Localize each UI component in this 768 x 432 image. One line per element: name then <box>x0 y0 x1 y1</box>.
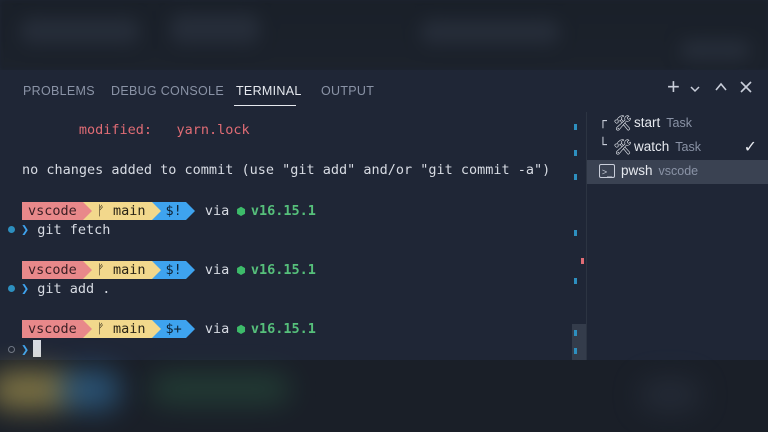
close-icon[interactable] <box>739 80 753 100</box>
task-name: pwsh <box>621 163 653 178</box>
terminal-scrollbar[interactable] <box>572 112 586 360</box>
prompt-via: via <box>204 203 230 219</box>
scroll-marker <box>574 174 577 180</box>
command-decoration-icon[interactable] <box>8 226 15 233</box>
prompt-branch-segment: ᚠ main <box>82 320 152 338</box>
chevron-down-icon[interactable] <box>689 81 701 101</box>
scroll-marker <box>574 124 577 130</box>
shell-prompt: vscode ᚠ main $! via ⬢ v16.15.1 <box>22 202 316 220</box>
terminal-icon: >_ <box>599 164 615 178</box>
branch-icon: ᚠ <box>96 321 105 337</box>
scroll-marker <box>574 230 577 236</box>
tools-icon: 🛠 <box>613 139 633 156</box>
task-name: watch <box>634 139 670 154</box>
tab-problems[interactable]: PROBLEMS <box>23 84 95 98</box>
command-decoration-icon[interactable] <box>8 285 15 292</box>
chevron-up-icon[interactable] <box>714 80 728 100</box>
blurred-statusbar-background <box>0 360 768 432</box>
prompt-branch-segment: ᚠ main <box>82 261 152 279</box>
command-line: ❯ git add . <box>8 281 110 297</box>
terminal-panel: PROBLEMS DEBUG CONSOLE TERMINAL OUTPUT +… <box>0 70 768 360</box>
prompt-via: via <box>204 262 230 278</box>
scroll-marker <box>574 278 577 284</box>
command-line[interactable]: ❯ <box>8 340 42 358</box>
prompt-dir-segment: vscode <box>22 202 83 220</box>
git-status-modified-line: modified: yarn.lock <box>22 122 250 138</box>
check-icon: ✓ <box>743 139 757 156</box>
shell-prompt: vscode ᚠ main $+ via ⬢ v16.15.1 <box>22 320 316 338</box>
scroll-marker <box>581 258 584 264</box>
task-type: Task <box>666 116 692 130</box>
active-tab-indicator <box>234 105 296 106</box>
tools-icon: 🛠 <box>613 115 633 132</box>
branch-icon: ᚠ <box>96 203 105 219</box>
terminal-output[interactable]: modified: yarn.lock no changes added to … <box>0 112 585 360</box>
command-decoration-icon[interactable] <box>8 346 15 353</box>
tab-debug-console[interactable]: DEBUG CONSOLE <box>111 84 224 98</box>
nodejs-icon: ⬢ <box>236 204 246 218</box>
command-line: ❯ git fetch <box>8 222 110 238</box>
modified-file: yarn.lock <box>176 122 250 138</box>
scroll-marker <box>574 348 577 354</box>
command-text: git add . <box>37 281 111 297</box>
terminal-tabs-list: ┌ 🛠 start Task └ 🛠 watch Task ✓ >_ pwsh vsc… <box>586 112 768 360</box>
modified-label: modified: <box>78 122 153 138</box>
git-status-summary-line: no changes added to commit (use "git add… <box>22 162 551 178</box>
terminal-cursor <box>33 340 42 357</box>
node-version: v16.15.1 <box>250 262 316 278</box>
terminal-tab-pwsh[interactable]: >_ pwsh vscode <box>587 160 768 184</box>
blurred-editor-background <box>0 0 768 70</box>
tab-output[interactable]: OUTPUT <box>321 84 374 98</box>
prompt-dir-segment: vscode <box>22 320 83 338</box>
branch-icon: ᚠ <box>96 262 105 278</box>
task-name: start <box>634 115 661 130</box>
scroll-marker <box>574 150 577 156</box>
command-text: git fetch <box>37 222 111 238</box>
prompt-branch-segment: ᚠ main <box>82 202 152 220</box>
node-version: v16.15.1 <box>250 321 316 337</box>
tree-connector: └ <box>599 138 607 153</box>
prompt-via: via <box>204 321 230 337</box>
shell-prompt: vscode ᚠ main $! via ⬢ v16.15.1 <box>22 261 316 279</box>
plus-icon[interactable]: + <box>667 76 680 98</box>
nodejs-icon: ⬢ <box>236 322 246 336</box>
terminal-tab-watch[interactable]: └ 🛠 watch Task ✓ <box>587 136 768 160</box>
task-type: Task <box>675 140 701 154</box>
tab-terminal[interactable]: TERMINAL <box>236 84 302 98</box>
prompt-dir-segment: vscode <box>22 261 83 279</box>
tree-connector: ┌ <box>599 114 607 129</box>
nodejs-icon: ⬢ <box>236 263 246 277</box>
terminal-tab-start[interactable]: ┌ 🛠 start Task <box>587 112 768 136</box>
panel-tab-bar: PROBLEMS DEBUG CONSOLE TERMINAL OUTPUT + <box>0 70 768 112</box>
node-version: v16.15.1 <box>250 203 316 219</box>
task-type: vscode <box>658 164 699 178</box>
scroll-marker <box>574 330 577 336</box>
